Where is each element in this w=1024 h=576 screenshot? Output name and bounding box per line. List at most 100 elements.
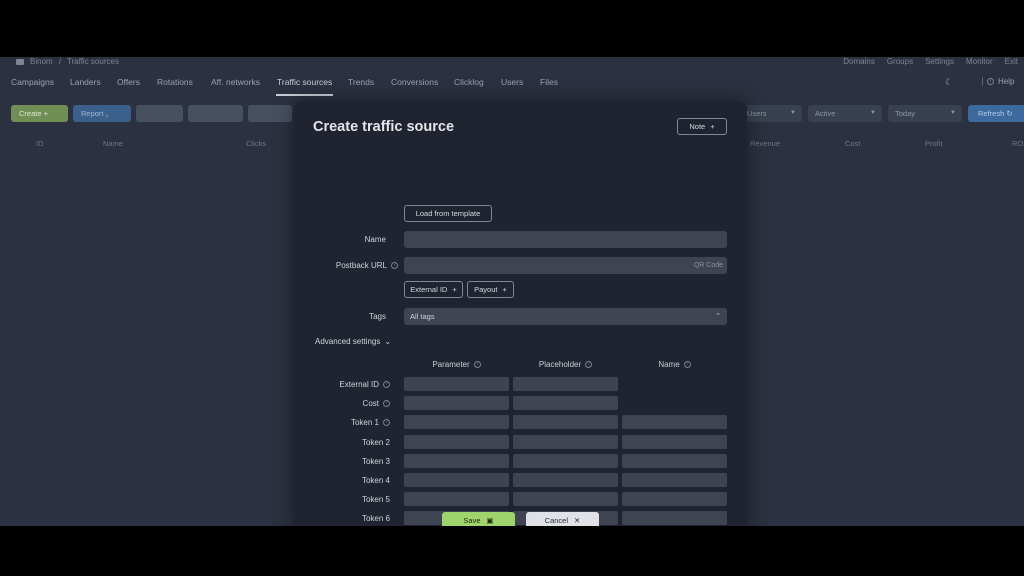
- toolbar-button-4[interactable]: [188, 105, 243, 122]
- help-icon[interactable]: ?: [683, 361, 691, 368]
- divider: [982, 77, 983, 86]
- token-1-parameter-input[interactable]: [404, 415, 509, 429]
- nav-campaigns[interactable]: Campaigns: [11, 77, 54, 87]
- cost-placeholder-input[interactable]: [513, 396, 618, 410]
- cost-parameter-input[interactable]: [404, 396, 509, 410]
- nav-traffic-sources[interactable]: Traffic sources: [277, 77, 332, 87]
- note-button[interactable]: Note +: [677, 118, 727, 135]
- users-select[interactable]: Users ▼: [740, 105, 802, 122]
- token-4-placeholder-input[interactable]: [513, 473, 618, 487]
- moon-icon[interactable]: ☾: [945, 77, 953, 88]
- token-6-name-input[interactable]: [622, 511, 727, 525]
- add-external-id-button[interactable]: External ID +: [404, 281, 463, 298]
- name-label-text: Name: [364, 235, 386, 244]
- token-1-placeholder-input[interactable]: [513, 415, 618, 429]
- external-id-parameter-input[interactable]: [404, 377, 509, 391]
- token-5-placeholder-input[interactable]: [513, 492, 618, 506]
- row-label-external-id: External ID?: [314, 377, 390, 391]
- nav-rotations[interactable]: Rotations: [157, 77, 193, 87]
- nav-clicklog[interactable]: Clicklog: [454, 77, 484, 87]
- advanced-settings-toggle[interactable]: Advanced settings ⌄: [315, 337, 391, 346]
- token-5-name-input[interactable]: [622, 492, 727, 506]
- help-icon: ?: [987, 78, 994, 85]
- help-icon[interactable]: ?: [383, 418, 390, 426]
- help-icon[interactable]: ?: [383, 399, 390, 407]
- status-select-value: Active: [815, 109, 836, 118]
- top-bar: Binom / Traffic sources Domains Groups S…: [0, 57, 1024, 71]
- row-label-text: Token 3: [361, 456, 390, 466]
- nav-landers[interactable]: Landers: [70, 77, 101, 87]
- column-cost[interactable]: Cost: [845, 139, 860, 148]
- token-5-parameter-input[interactable]: [404, 492, 509, 506]
- token-4-parameter-input[interactable]: [404, 473, 509, 487]
- report-button[interactable]: Report ⌞: [73, 105, 131, 122]
- save-label: Save: [463, 516, 481, 525]
- breadcrumb-app[interactable]: Binom: [30, 57, 53, 66]
- token-2-parameter-input[interactable]: [404, 435, 509, 449]
- column-roi[interactable]: ROI: [1012, 139, 1024, 148]
- token-4-name-input[interactable]: [622, 473, 727, 487]
- status-select[interactable]: Active ▼: [808, 105, 882, 122]
- top-link-settings[interactable]: Settings: [925, 57, 954, 66]
- help-icon[interactable]: ?: [473, 361, 481, 368]
- help-icon[interactable]: ?: [391, 262, 398, 269]
- chevron-up-icon: ⌃: [715, 313, 721, 320]
- payout-button-label: Payout: [474, 285, 498, 294]
- date-select[interactable]: Today ▼: [888, 105, 962, 122]
- token-1-name-input[interactable]: [622, 415, 727, 429]
- help-icon[interactable]: ?: [383, 380, 390, 388]
- postback-url-label-text: Postback URL: [335, 261, 387, 270]
- token-3-name-input[interactable]: [622, 454, 727, 468]
- plus-icon: +: [710, 122, 715, 131]
- save-button[interactable]: Save ▣: [442, 512, 515, 526]
- load-from-template-button[interactable]: Load from template: [404, 205, 492, 222]
- nav-trends[interactable]: Trends: [348, 77, 374, 87]
- column-placeholder: Placeholder ?: [513, 360, 618, 369]
- postback-url-input[interactable]: QR Code: [404, 257, 727, 274]
- close-icon: ✕: [574, 516, 581, 525]
- nav-users[interactable]: Users: [501, 77, 523, 87]
- chart-icon: ⌞: [105, 109, 110, 118]
- tags-select[interactable]: All tags ⌃: [404, 308, 727, 325]
- row-label-token-3: Token 3: [314, 454, 390, 468]
- column-id[interactable]: ID: [36, 139, 44, 148]
- token-3-parameter-input[interactable]: [404, 454, 509, 468]
- plus-icon: +: [502, 285, 507, 294]
- breadcrumb: Binom / Traffic sources: [16, 57, 119, 66]
- column-profit[interactable]: Profit: [925, 139, 943, 148]
- token-3-placeholder-input[interactable]: [513, 454, 618, 468]
- plus-icon: +: [452, 285, 457, 294]
- row-label-text: Token 4: [361, 475, 390, 485]
- nav-offers[interactable]: Offers: [117, 77, 140, 87]
- token-2-placeholder-input[interactable]: [513, 435, 618, 449]
- create-button[interactable]: Create +: [11, 105, 68, 122]
- column-revenue[interactable]: Revenue: [750, 139, 780, 148]
- column-clicks[interactable]: Clicks: [246, 139, 266, 148]
- note-label: Note: [689, 122, 706, 131]
- cancel-button[interactable]: Cancel ✕: [526, 512, 599, 526]
- row-label-text: Cost: [362, 398, 379, 408]
- qr-code-button[interactable]: QR Code: [694, 257, 723, 274]
- row-label-text: Token 2: [361, 437, 390, 447]
- top-link-groups[interactable]: Groups: [887, 57, 913, 66]
- breadcrumb-page: Traffic sources: [66, 57, 119, 66]
- top-link-monitor[interactable]: Monitor: [966, 57, 993, 66]
- name-input[interactable]: [404, 231, 727, 248]
- help-icon[interactable]: ?: [585, 361, 593, 368]
- report-label: Report: [81, 109, 104, 118]
- refresh-button[interactable]: Refresh ↻: [968, 105, 1024, 122]
- nav-conversions[interactable]: Conversions: [391, 77, 438, 87]
- token-2-name-input[interactable]: [622, 435, 727, 449]
- row-label-token-2: Token 2: [314, 435, 390, 449]
- add-payout-button[interactable]: Payout +: [467, 281, 514, 298]
- nav-aff-networks[interactable]: Aff. networks: [211, 77, 260, 87]
- top-link-exit[interactable]: Exit: [1005, 57, 1018, 66]
- toolbar-button-3[interactable]: [136, 105, 183, 122]
- top-link-domains[interactable]: Domains: [843, 57, 875, 66]
- external-id-placeholder-input[interactable]: [513, 377, 618, 391]
- help-link[interactable]: ? Help: [982, 77, 1014, 86]
- column-name[interactable]: Name: [103, 139, 123, 148]
- nav-files[interactable]: Files: [540, 77, 558, 87]
- row-label-text: Token 1: [350, 417, 379, 427]
- toolbar-button-5[interactable]: [248, 105, 292, 122]
